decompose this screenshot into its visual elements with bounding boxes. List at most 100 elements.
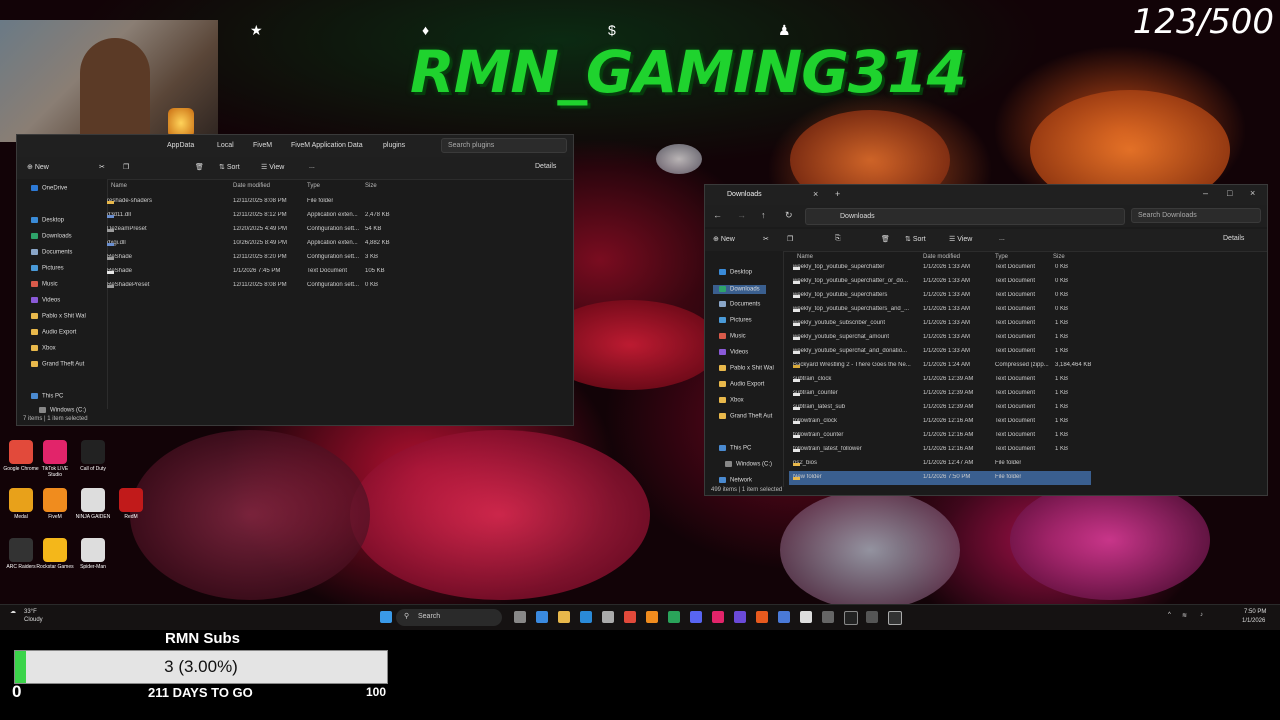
- app-icon[interactable]: [756, 611, 768, 623]
- view-button[interactable]: ☰ View: [261, 163, 284, 171]
- copy-icon[interactable]: ❐: [787, 235, 793, 243]
- file-row[interactable]: weekly_top_youtube_superchatters_and_...…: [789, 303, 1091, 317]
- file-row[interactable]: DezeamPreset 12/20/2025 4:49 PM Configurat…: [103, 223, 403, 237]
- file-row[interactable]: weekly_top_youtube_superchatters 1/1/2026…: [789, 289, 1091, 303]
- app-icon[interactable]: [734, 611, 746, 623]
- app-icon[interactable]: [668, 611, 680, 623]
- nav-item-gta[interactable]: Grand Theft Aut: [719, 413, 772, 420]
- fivem-icon[interactable]: [646, 611, 658, 623]
- nav-item-windows-c[interactable]: Windows (C:): [725, 461, 772, 468]
- nav-item-audio-export[interactable]: Audio Export: [719, 381, 764, 388]
- minimize-icon[interactable]: –: [1203, 188, 1208, 198]
- copy-icon[interactable]: ❐: [123, 163, 129, 171]
- new-button[interactable]: ⊕ New: [27, 163, 49, 171]
- file-row[interactable]: weekly_top_youtube_superchatter 1/1/2026 …: [789, 261, 1091, 275]
- file-row[interactable]: weekly_top_youtube_superchatter_or_do...…: [789, 275, 1091, 289]
- file-row[interactable]: subtrain_counter 1/1/2026 12:39 AM Text Do…: [789, 387, 1091, 401]
- store-icon[interactable]: [602, 611, 614, 623]
- new-tab-icon[interactable]: +: [835, 189, 840, 199]
- refresh-icon[interactable]: ↻: [785, 210, 793, 221]
- chevron-up-icon[interactable]: ^: [1168, 612, 1171, 618]
- desktop-shortcut[interactable]: NINJA GAIDEN: [74, 488, 112, 520]
- nav-item-pablo[interactable]: Pablo x Shit Wal: [31, 313, 86, 320]
- back-icon[interactable]: ←: [713, 210, 722, 220]
- tiktok-icon[interactable]: [712, 611, 724, 623]
- file-row[interactable]: followtrain_latest_follower 1/1/2026 12:1…: [789, 443, 1091, 457]
- maximize-icon[interactable]: □: [1227, 188, 1232, 198]
- nav-item-videos[interactable]: Videos: [31, 297, 60, 304]
- details-button[interactable]: Details: [535, 163, 556, 170]
- nav-item-documents[interactable]: Documents: [719, 301, 760, 308]
- start-icon[interactable]: [380, 611, 392, 623]
- file-row[interactable]: followtrain_clock 1/1/2026 12:16 AM Text D…: [789, 415, 1091, 429]
- view-button[interactable]: ☰ View: [949, 235, 972, 243]
- task-view-icon[interactable]: [514, 611, 526, 623]
- nav-item-xbox[interactable]: Xbox: [719, 397, 744, 404]
- downloads-explorer-window[interactable]: Downloads × + – □ × ← → ↑ ↻ Downloads Se…: [704, 184, 1268, 496]
- plugins-explorer-window[interactable]: AppData Local FiveM FiveM Application Da…: [16, 134, 574, 426]
- new-button[interactable]: ⊕ New: [713, 235, 735, 243]
- taskbar-search[interactable]: ⚲ Search: [396, 609, 502, 626]
- close-tab-icon[interactable]: ×: [813, 189, 818, 199]
- copilot-icon[interactable]: [536, 611, 548, 623]
- clock-time[interactable]: 7:50 PM: [1244, 609, 1266, 615]
- breadcrumb-item[interactable]: Local: [217, 142, 234, 149]
- nav-item-music[interactable]: Music: [31, 281, 58, 288]
- nav-item-xbox[interactable]: Xbox: [31, 345, 56, 352]
- nav-item-windows-c[interactable]: Windows (C:): [39, 407, 86, 414]
- column-type[interactable]: Type: [307, 183, 320, 189]
- desktop-shortcut[interactable]: Rockstar Games: [36, 538, 74, 570]
- cut-icon[interactable]: ✂: [763, 235, 769, 243]
- search-input[interactable]: Search Downloads: [1131, 208, 1261, 223]
- file-row[interactable]: New folder 1/1/2026 7:50 PM File folder: [789, 471, 1091, 485]
- file-row[interactable]: Backyard Wrestling 2 - There Goes the Ne…: [789, 359, 1091, 373]
- desktop-shortcut[interactable]: Google Chrome: [2, 440, 40, 472]
- column-name[interactable]: Name: [797, 254, 813, 260]
- breadcrumb-item[interactable]: FiveM: [253, 142, 272, 149]
- file-row[interactable]: dxgi.dll 10/26/2025 8:49 PM Application ex…: [103, 237, 403, 251]
- nav-item-this-pc[interactable]: This PC: [719, 445, 751, 452]
- cut-icon[interactable]: ✂: [99, 163, 105, 171]
- file-row[interactable]: weekly_youtube_superchat_amount 1/1/2026 …: [789, 331, 1091, 345]
- notepad-icon[interactable]: [800, 611, 812, 623]
- delete-icon[interactable]: 🗑: [881, 235, 890, 243]
- nav-item-documents[interactable]: Documents: [31, 249, 72, 256]
- volume-icon[interactable]: ♪: [1200, 612, 1203, 618]
- file-row[interactable]: weekly_youtube_subscriber_count 1/1/2026 …: [789, 317, 1091, 331]
- breadcrumb-item[interactable]: AppData: [167, 142, 194, 149]
- desktop-shortcut[interactable]: ARC Raiders: [2, 538, 40, 570]
- close-window-icon[interactable]: ×: [1250, 188, 1255, 198]
- column-date[interactable]: Date modified: [923, 254, 960, 260]
- file-row[interactable]: ReShade 1/1/2026 7:45 PM Text Document 105 …: [103, 265, 403, 279]
- file-row[interactable]: weekly_youtube_superchat_and_donatio... 1…: [789, 345, 1091, 359]
- breadcrumb-downloads[interactable]: Downloads: [840, 213, 875, 220]
- file-row[interactable]: ReShadePreset 12/11/2025 8:08 PM Configura…: [103, 279, 403, 293]
- column-name[interactable]: Name: [111, 183, 127, 189]
- nav-item-onedrive[interactable]: OneDrive: [31, 185, 67, 192]
- app-icon[interactable]: [778, 611, 790, 623]
- desktop-shortcut[interactable]: Call of Duty: [74, 440, 112, 472]
- weather-icon[interactable]: ☁: [10, 608, 16, 615]
- more-options-button[interactable]: ...: [309, 163, 315, 170]
- edge-icon[interactable]: [580, 611, 592, 623]
- app-icon[interactable]: [822, 611, 834, 623]
- rename-icon[interactable]: ⎘: [835, 235, 841, 243]
- file-row[interactable]: subtrain_latest_sub 1/1/2026 12:39 AM Text…: [789, 401, 1091, 415]
- desktop-shortcut[interactable]: RedM: [112, 488, 150, 520]
- file-row[interactable]: ps2_bios 1/1/2026 12:47 AM File folder: [789, 457, 1091, 471]
- sort-button[interactable]: ⇅ Sort: [905, 235, 926, 243]
- column-size[interactable]: Size: [365, 183, 377, 189]
- nav-item-downloads[interactable]: Downloads: [713, 285, 766, 294]
- nav-item-music[interactable]: Music: [719, 333, 746, 340]
- discord-icon[interactable]: [690, 611, 702, 623]
- nav-item-downloads[interactable]: Downloads: [31, 233, 72, 240]
- nav-item-network[interactable]: Network: [719, 477, 752, 484]
- desktop-shortcut[interactable]: TikTok LIVE Studio: [36, 440, 74, 478]
- nav-item-pablo[interactable]: Pablo x Shit Wal: [719, 365, 774, 372]
- nav-item-desktop[interactable]: Desktop: [31, 217, 64, 224]
- search-input[interactable]: Search plugins: [441, 138, 567, 153]
- file-row[interactable]: d3d11.dll 12/11/2025 8:12 PM Application e…: [103, 209, 403, 223]
- app-icon[interactable]: [844, 611, 858, 625]
- breadcrumb-item[interactable]: FiveM Application Data: [291, 142, 363, 149]
- network-icon[interactable]: ≋: [1182, 612, 1187, 619]
